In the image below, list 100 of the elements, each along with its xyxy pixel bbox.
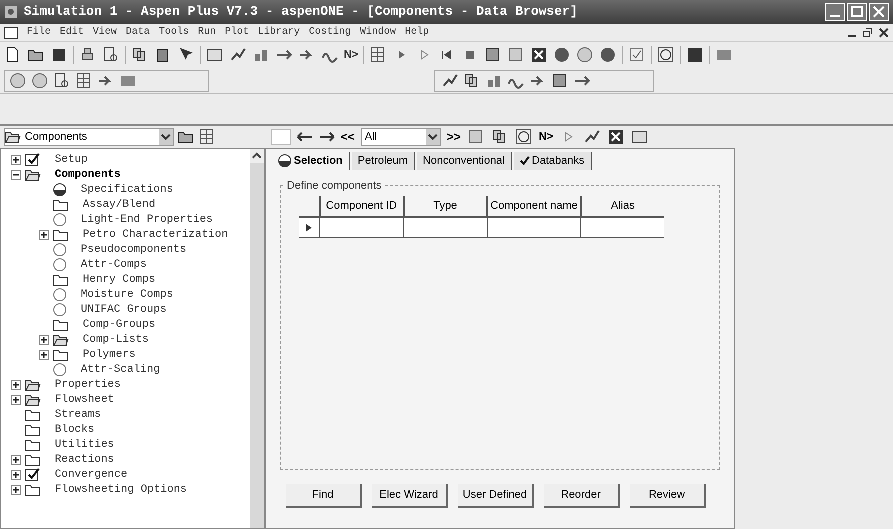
tree-item[interactable]: Specifications xyxy=(81,182,174,196)
maximize-icon[interactable] xyxy=(847,3,867,21)
table-icon[interactable] xyxy=(369,46,388,64)
forward-arrow-icon[interactable] xyxy=(319,131,335,143)
tree-item[interactable]: Comp-Groups xyxy=(83,318,156,332)
tree-item[interactable]: Assay/Blend xyxy=(83,198,156,212)
app-icon xyxy=(4,5,18,19)
close-icon[interactable] xyxy=(879,28,889,38)
restore-icon[interactable] xyxy=(863,28,873,38)
expand-icon[interactable] xyxy=(11,454,21,464)
table-icon[interactable] xyxy=(75,72,93,90)
table-icon[interactable] xyxy=(198,128,216,146)
tree-item[interactable]: Light-End Properties xyxy=(81,212,214,226)
open-folder-icon xyxy=(53,332,69,346)
close-box-icon[interactable] xyxy=(607,128,626,146)
document-icon xyxy=(4,26,18,38)
tree-item[interactable]: Reactions xyxy=(55,452,114,466)
circle-icon xyxy=(53,258,67,272)
circle-icon xyxy=(53,302,67,316)
expand-icon[interactable] xyxy=(11,154,21,164)
menu-item[interactable]: File xyxy=(27,25,52,40)
half-filled-circle-icon xyxy=(278,154,292,168)
open-folder-icon xyxy=(25,168,41,182)
back-arrow-icon[interactable] xyxy=(297,131,313,143)
folder-icon xyxy=(53,348,69,362)
menu-item[interactable]: Run xyxy=(198,25,216,40)
action-button[interactable]: Review xyxy=(630,484,706,508)
tree-item[interactable]: Streams xyxy=(55,408,102,422)
collapse-icon[interactable] xyxy=(11,170,21,180)
tab[interactable]: Nonconventional xyxy=(417,152,512,170)
circle-icon xyxy=(53,242,67,256)
tree-item[interactable]: Flowsheeting Options xyxy=(55,482,188,496)
open-folder-icon xyxy=(5,130,21,144)
expand-icon[interactable] xyxy=(39,230,49,240)
tree-item[interactable]: Attr-Comps xyxy=(81,258,148,272)
expand-icon[interactable] xyxy=(11,484,21,494)
filter-dropdown[interactable]: All xyxy=(361,128,442,146)
menu-item[interactable]: Plot xyxy=(225,25,250,40)
menu-item[interactable]: Costing xyxy=(309,25,352,40)
tree-item[interactable]: Convergence xyxy=(55,468,128,482)
row-pointer-icon xyxy=(305,224,313,232)
folder-dropdown[interactable]: Components xyxy=(4,128,174,146)
tree-item[interactable]: Properties xyxy=(55,378,122,392)
menu-item[interactable]: Data xyxy=(126,25,150,40)
circle-icon xyxy=(53,288,67,302)
action-button[interactable]: Elec Wizard xyxy=(372,484,448,508)
tree-item[interactable]: Henry Comps xyxy=(83,272,156,286)
next-button[interactable]: N> xyxy=(539,128,554,146)
tree-item[interactable]: Attr-Scaling xyxy=(81,362,160,376)
half-filled-circle-icon xyxy=(53,182,67,196)
tree-item[interactable]: Polymers xyxy=(83,348,136,362)
tree-item[interactable]: Flowsheet xyxy=(55,392,114,406)
menu-item[interactable]: Edit xyxy=(60,25,84,40)
tree-item[interactable]: UNIFAC Groups xyxy=(81,302,167,316)
circle-icon xyxy=(53,362,67,376)
tree-item[interactable]: Utilities xyxy=(55,438,114,452)
action-button[interactable]: User Defined xyxy=(458,484,534,508)
circle-icon xyxy=(53,212,67,226)
expand-icon[interactable] xyxy=(39,350,49,360)
expand-icon[interactable] xyxy=(11,380,21,390)
folder-icon xyxy=(25,438,41,452)
tree-item[interactable]: Moisture Comps xyxy=(81,288,174,302)
menu-item[interactable]: Help xyxy=(405,25,430,40)
close-box-icon[interactable] xyxy=(530,46,548,64)
expand-icon[interactable] xyxy=(11,394,21,404)
tree-item[interactable]: Blocks xyxy=(55,422,95,436)
folder-icon xyxy=(53,272,69,286)
scroll-up-icon[interactable] xyxy=(250,149,264,163)
menu-item[interactable]: Window xyxy=(360,25,396,40)
group-title: Define components xyxy=(285,178,384,194)
menu-item[interactable]: Library xyxy=(258,25,300,40)
dot-icon[interactable] xyxy=(599,46,618,64)
checked-form-icon xyxy=(25,468,41,482)
dot-icon[interactable] xyxy=(553,46,572,64)
print-preview-icon[interactable] xyxy=(102,46,120,64)
next-section-button[interactable]: >> xyxy=(447,128,462,146)
previous-button[interactable]: << xyxy=(341,128,356,146)
folder-icon xyxy=(53,198,69,212)
folder-icon xyxy=(25,452,41,466)
menu-item[interactable]: Tools xyxy=(159,25,190,40)
tree-item[interactable]: Pseudocomponents xyxy=(81,242,187,256)
expand-icon[interactable] xyxy=(11,470,21,480)
action-button[interactable]: Reorder xyxy=(544,484,620,508)
column-header: Component ID xyxy=(318,196,403,216)
tree-item[interactable]: Comp-Lists xyxy=(83,332,150,346)
column-header: Alias xyxy=(580,196,664,216)
action-button[interactable]: Find xyxy=(286,484,362,508)
folder-icon xyxy=(25,408,41,422)
expand-icon[interactable] xyxy=(39,334,49,344)
scrollbar[interactable] xyxy=(250,149,264,528)
menu-item[interactable]: View xyxy=(93,25,118,40)
tree-item[interactable]: Petro Characterization xyxy=(83,228,228,242)
next-button[interactable]: N> xyxy=(344,46,358,64)
blank-field[interactable] xyxy=(271,129,291,145)
print-preview-icon[interactable] xyxy=(53,72,71,90)
tree-item[interactable]: Components xyxy=(55,168,122,182)
tree-item[interactable]: Setup xyxy=(55,152,88,166)
tab[interactable]: Databanks xyxy=(514,152,592,170)
tab[interactable]: Petroleum xyxy=(352,152,416,170)
check-icon[interactable] xyxy=(628,46,646,64)
